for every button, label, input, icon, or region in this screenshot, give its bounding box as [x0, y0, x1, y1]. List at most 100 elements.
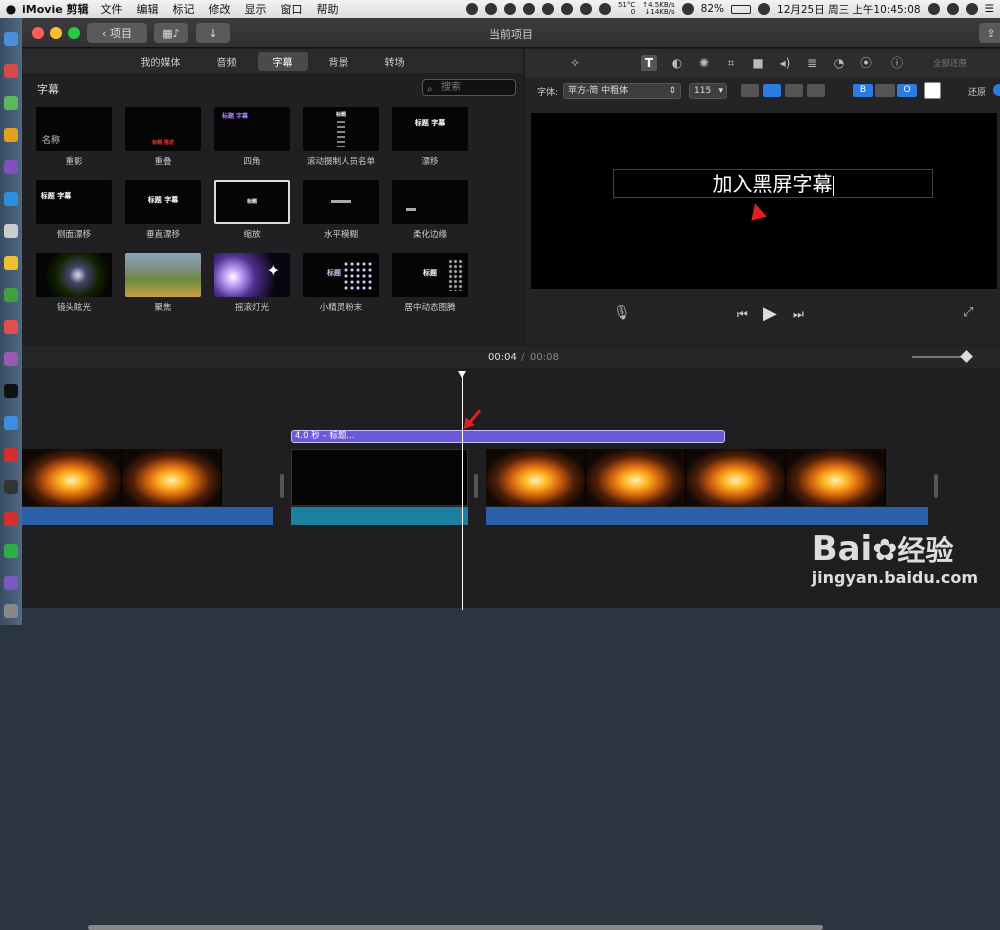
- text-color-swatch[interactable]: [924, 82, 941, 99]
- wifi-icon[interactable]: [681, 3, 694, 15]
- display-icon[interactable]: [579, 3, 592, 15]
- title-thumb-corner[interactable]: 标题 字幕: [214, 107, 290, 151]
- microphone-icon[interactable]: 🎙︎: [613, 305, 631, 321]
- calendar-icon[interactable]: [4, 224, 18, 238]
- color-balance-icon[interactable]: ◐: [669, 55, 685, 71]
- yandex-icon[interactable]: [4, 512, 18, 526]
- equalizer-icon[interactable]: ≣: [804, 55, 820, 71]
- terminal-icon[interactable]: [4, 480, 18, 494]
- title-thumb-zoom-selected[interactable]: 标题: [214, 180, 290, 224]
- title-thumb-ghost[interactable]: 名称: [36, 107, 112, 151]
- italic-button[interactable]: [875, 84, 895, 97]
- app-menu[interactable]: iMovie 剪辑: [22, 1, 89, 17]
- appstore-icon[interactable]: [4, 416, 18, 430]
- clip-handle[interactable]: [934, 474, 938, 498]
- filter-icon[interactable]: ⦿: [858, 55, 874, 71]
- play-button[interactable]: ▶: [763, 303, 777, 324]
- menu-modify[interactable]: 修改: [209, 1, 231, 17]
- revert-button[interactable]: 还原: [968, 85, 986, 98]
- align-left-button[interactable]: [741, 84, 759, 97]
- fullscreen-icon[interactable]: ⤢: [963, 305, 973, 320]
- revert-toggle[interactable]: [993, 84, 1000, 96]
- title-thumb-scroll[interactable]: 标题: [303, 107, 379, 151]
- tab-backgrounds[interactable]: 背景: [314, 52, 364, 71]
- launchpad-icon[interactable]: [4, 64, 18, 78]
- music-icon[interactable]: [560, 3, 573, 15]
- menu-mark[interactable]: 标记: [173, 1, 195, 17]
- menu-view[interactable]: 显示: [245, 1, 267, 17]
- justify-button[interactable]: [807, 84, 825, 97]
- title-thumb-horizontal-blur[interactable]: [303, 180, 379, 224]
- app-icon[interactable]: [4, 96, 18, 110]
- speed-icon[interactable]: ◔: [831, 55, 847, 71]
- bold-button[interactable]: B: [853, 84, 873, 97]
- app-icon[interactable]: [4, 448, 18, 462]
- text-tool-icon[interactable]: T: [641, 55, 657, 71]
- info-icon[interactable]: ⓘ: [889, 55, 905, 71]
- zoom-slider-thumb[interactable]: [960, 350, 973, 363]
- timeline-scrollbar[interactable]: [88, 925, 823, 930]
- appletv-icon[interactable]: [4, 384, 18, 398]
- title-thumb-vertical-drift[interactable]: 标题 字幕: [125, 180, 201, 224]
- clock-icon[interactable]: [598, 3, 611, 15]
- font-select[interactable]: 苹方-简 中粗体 ⇕: [563, 83, 681, 99]
- notes-icon[interactable]: [4, 256, 18, 270]
- siri-icon[interactable]: [965, 3, 978, 15]
- tab-audio[interactable]: 音频: [202, 52, 252, 71]
- menu-window[interactable]: 窗口: [281, 1, 303, 17]
- camera-stabilize-icon[interactable]: ■: [750, 55, 766, 71]
- skip-forward-icon[interactable]: ⏭: [793, 307, 804, 322]
- title-clip[interactable]: 4.0 秒 – 标题...: [291, 430, 725, 443]
- title-thumb-center-totem[interactable]: 标题: [392, 253, 468, 297]
- reset-all-button[interactable]: 全部还原: [933, 57, 967, 69]
- tab-titles[interactable]: 字幕: [257, 51, 308, 71]
- title-thumb-pixie-dust[interactable]: 标题: [303, 253, 379, 297]
- clip-handle[interactable]: [280, 474, 284, 498]
- preview-canvas[interactable]: 加入黑屏字幕: [531, 113, 997, 289]
- title-thumb-soft-edge[interactable]: [392, 180, 468, 224]
- menu-help[interactable]: 帮助: [317, 1, 339, 17]
- chrome-icon[interactable]: [4, 128, 18, 142]
- datetime[interactable]: 12月25日 周三 上午10:45:08: [777, 2, 921, 17]
- clip-handle[interactable]: [474, 474, 478, 498]
- playhead-marker[interactable]: [458, 371, 466, 378]
- menu-edit[interactable]: 编辑: [137, 1, 159, 17]
- title-thumb-overlap[interactable]: 标题 描述: [125, 107, 201, 151]
- skip-back-icon[interactable]: ⏮: [737, 307, 748, 322]
- title-thumb-drift[interactable]: 标题 字幕: [392, 107, 468, 151]
- search-icon[interactable]: [946, 3, 959, 15]
- status-icon[interactable]: [465, 3, 478, 15]
- align-right-button[interactable]: [785, 84, 803, 97]
- app-icon[interactable]: [4, 320, 18, 334]
- title-thumb-rock-light[interactable]: ✦: [214, 253, 290, 297]
- share-button[interactable]: ⇪: [979, 23, 1000, 43]
- apple-menu-icon[interactable]: ●: [0, 2, 22, 16]
- download-icon[interactable]: [484, 3, 497, 15]
- itunes-icon[interactable]: [4, 352, 18, 366]
- user-icon[interactable]: [927, 3, 940, 15]
- title-thumb-side-drift[interactable]: 标题 字幕: [36, 180, 112, 224]
- finder-icon[interactable]: [4, 32, 18, 46]
- globe-icon[interactable]: [541, 3, 554, 15]
- app-icon[interactable]: [4, 160, 18, 174]
- menu-file[interactable]: 文件: [101, 1, 123, 17]
- tab-my-media[interactable]: 我的媒体: [126, 52, 196, 71]
- wechat-icon[interactable]: [4, 544, 18, 558]
- font-size-select[interactable]: 115 ▾: [689, 83, 727, 99]
- title-thumb-lens-flare[interactable]: [36, 253, 112, 297]
- tab-transitions[interactable]: 转场: [370, 52, 420, 71]
- outline-button[interactable]: O: [897, 84, 917, 97]
- app-icon[interactable]: [4, 192, 18, 206]
- magic-wand-icon[interactable]: ✧: [567, 55, 583, 71]
- title-text-field[interactable]: 加入黑屏字幕: [613, 169, 933, 198]
- battery-icon[interactable]: [731, 4, 752, 14]
- volume-icon[interactable]: ◂): [777, 55, 793, 71]
- video-clip-2[interactable]: [486, 449, 928, 506]
- video-clip-1[interactable]: [22, 449, 273, 506]
- palette-icon[interactable]: ✺: [696, 55, 712, 71]
- align-center-button[interactable]: [763, 84, 781, 97]
- title-thumb-focus[interactable]: [125, 253, 201, 297]
- crop-icon[interactable]: ⌗: [723, 55, 739, 71]
- black-clip[interactable]: [291, 449, 468, 506]
- trash-icon[interactable]: [4, 604, 18, 618]
